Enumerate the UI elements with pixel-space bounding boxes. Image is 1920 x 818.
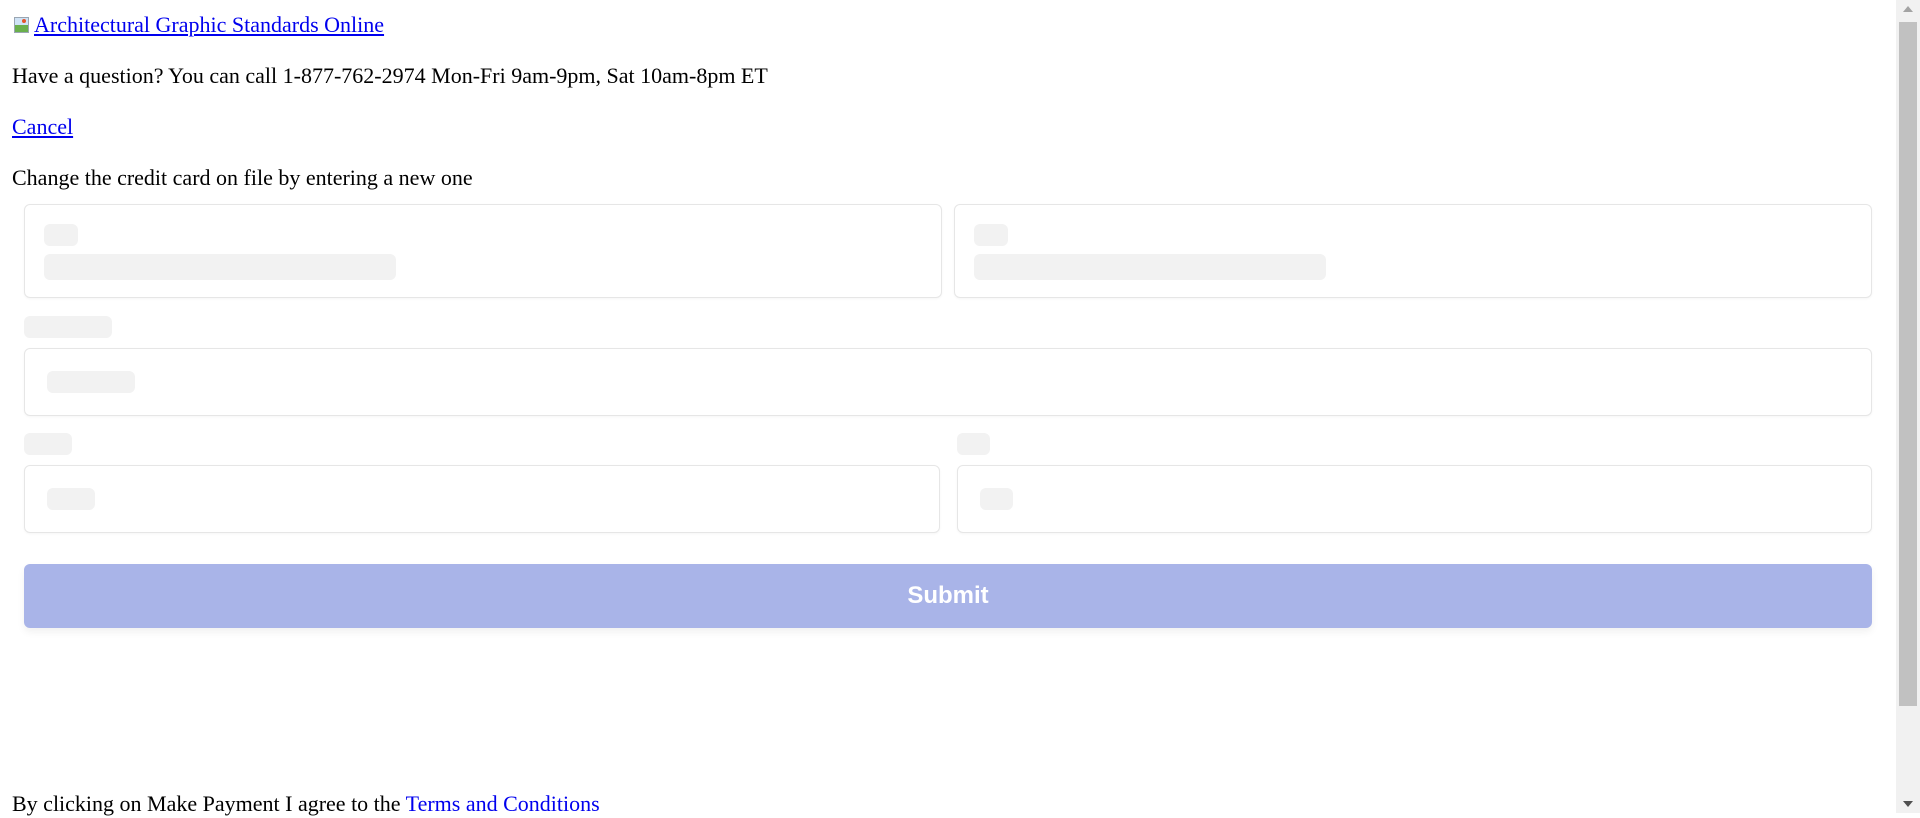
- skeleton-icon: [974, 224, 1008, 246]
- cvc-placeholder-skeleton: [980, 488, 1013, 510]
- cvc-field[interactable]: [957, 465, 1872, 533]
- card-number-label-skeleton: [24, 316, 112, 338]
- form-instruction: Change the credit card on file by enteri…: [12, 165, 473, 190]
- logo-alt-text: Architectural Graphic Standards Online: [34, 12, 385, 37]
- card-number-field[interactable]: [24, 348, 1872, 416]
- vertical-scrollbar[interactable]: [1896, 0, 1920, 813]
- help-text: Have a question? You can call 1-877-762-…: [12, 63, 768, 88]
- cvc-label-skeleton: [957, 433, 990, 455]
- skeleton-label: [974, 254, 1326, 280]
- scroll-down-arrow-icon[interactable]: [1903, 801, 1913, 807]
- payment-method-option-1[interactable]: [24, 204, 942, 298]
- skeleton-icon: [44, 224, 78, 246]
- expiry-field[interactable]: [24, 465, 940, 533]
- submit-button[interactable]: Submit: [24, 564, 1872, 628]
- expiry-label-skeleton: [24, 433, 72, 455]
- logo-link[interactable]: Architectural Graphic Standards Online: [12, 10, 384, 39]
- terms-line: By clicking on Make Payment I agree to t…: [12, 789, 600, 818]
- scrollbar-thumb[interactable]: [1899, 22, 1917, 706]
- expiry-placeholder-skeleton: [47, 488, 95, 510]
- logo-line: Architectural Graphic Standards Online: [12, 10, 1884, 39]
- cancel-link[interactable]: Cancel: [12, 114, 73, 139]
- cancel-line: Cancel: [12, 112, 1884, 141]
- broken-image-icon: [12, 14, 32, 36]
- payment-method-option-2[interactable]: [954, 204, 1872, 298]
- skeleton-label: [44, 254, 396, 280]
- terms-prefix: By clicking on Make Payment I agree to t…: [12, 791, 406, 816]
- terms-link[interactable]: Terms and Conditions: [406, 791, 600, 816]
- card-number-placeholder-skeleton: [47, 371, 135, 393]
- scroll-up-arrow-icon[interactable]: [1903, 6, 1913, 12]
